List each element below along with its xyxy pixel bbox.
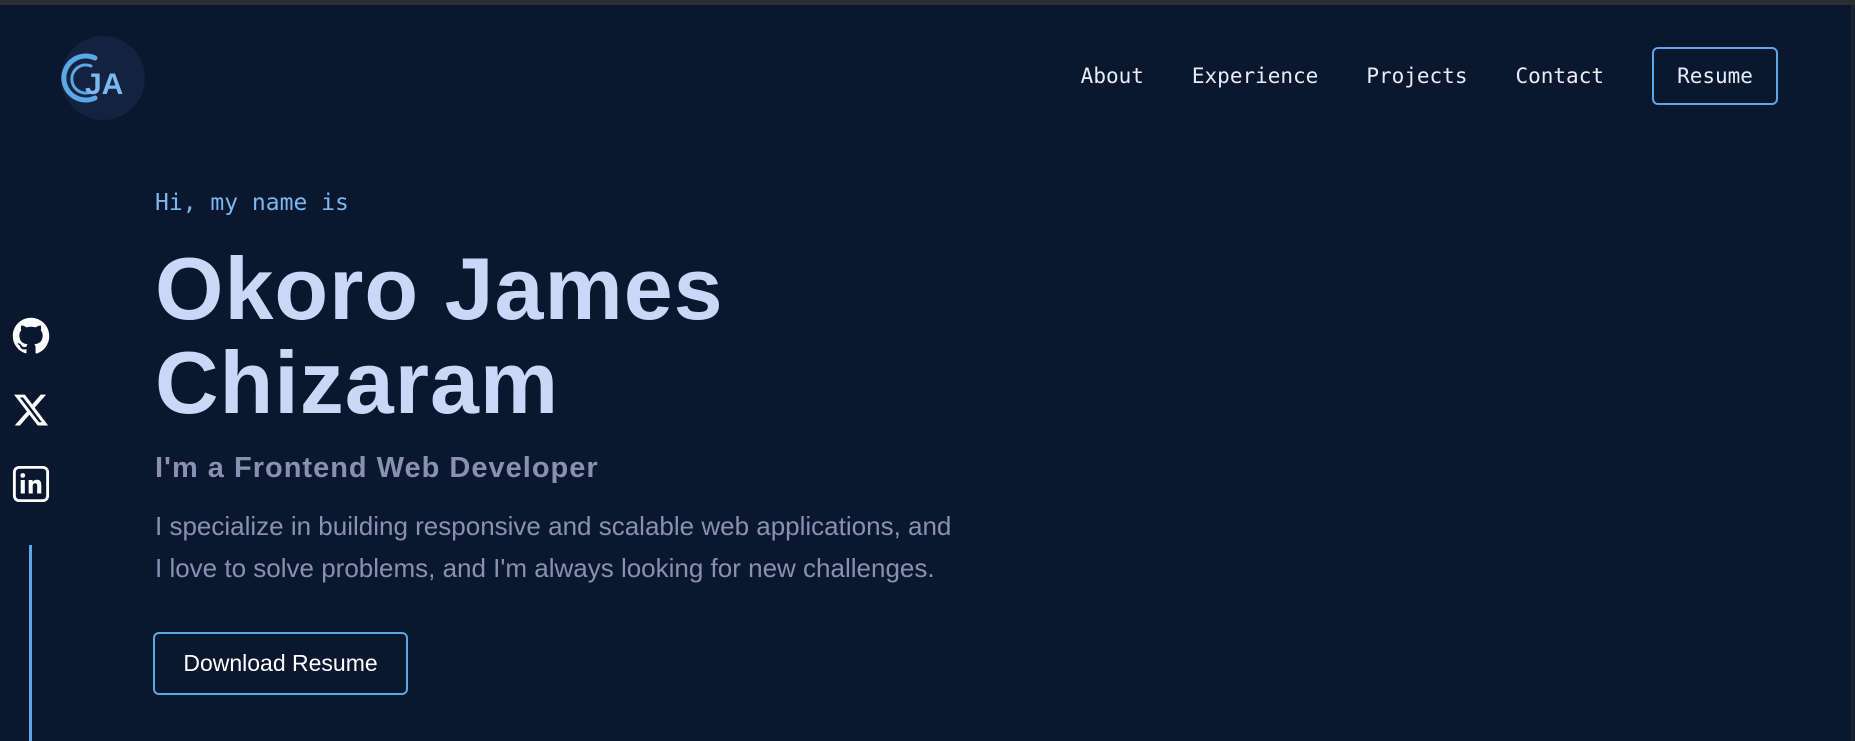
- social-links: [12, 317, 50, 539]
- top-navigation: About Experience Projects Contact Resume: [1081, 45, 1778, 107]
- hero-section: Hi, my name is Okoro James Chizaram I'm …: [155, 190, 1055, 589]
- linkedin-icon[interactable]: [12, 465, 50, 503]
- nav-link-about[interactable]: About: [1081, 64, 1144, 88]
- resume-button[interactable]: Resume: [1652, 47, 1778, 105]
- hero-bio-line-1: I specialize in building responsive and …: [155, 511, 952, 541]
- hero-name-line-2: Chizaram: [155, 333, 560, 432]
- download-resume-button[interactable]: Download Resume: [153, 632, 408, 695]
- github-icon[interactable]: [12, 317, 50, 355]
- logo-letters: JA: [85, 68, 123, 101]
- nav-link-experience[interactable]: Experience: [1192, 64, 1318, 88]
- hero-bio: I specialize in building responsive and …: [155, 505, 1015, 589]
- ja-monogram-logo-icon: JA: [61, 53, 123, 103]
- site-logo[interactable]: JA: [61, 36, 145, 120]
- nav-link-contact[interactable]: Contact: [1515, 64, 1604, 88]
- window-right-edge: [1851, 5, 1855, 741]
- nav-link-projects[interactable]: Projects: [1366, 64, 1467, 88]
- hero-role: I'm a Frontend Web Developer: [155, 452, 599, 484]
- x-twitter-icon[interactable]: [12, 391, 50, 429]
- portfolio-page: JA About Experience Projects Contact Res…: [0, 5, 1855, 741]
- social-divider-line: [29, 545, 32, 741]
- hero-bio-line-2: I love to solve problems, and I'm always…: [155, 553, 935, 583]
- hero-name-line-1: Okoro James: [155, 239, 724, 338]
- hero-name: Okoro James Chizaram: [155, 242, 1055, 430]
- hero-greeting: Hi, my name is: [155, 190, 349, 216]
